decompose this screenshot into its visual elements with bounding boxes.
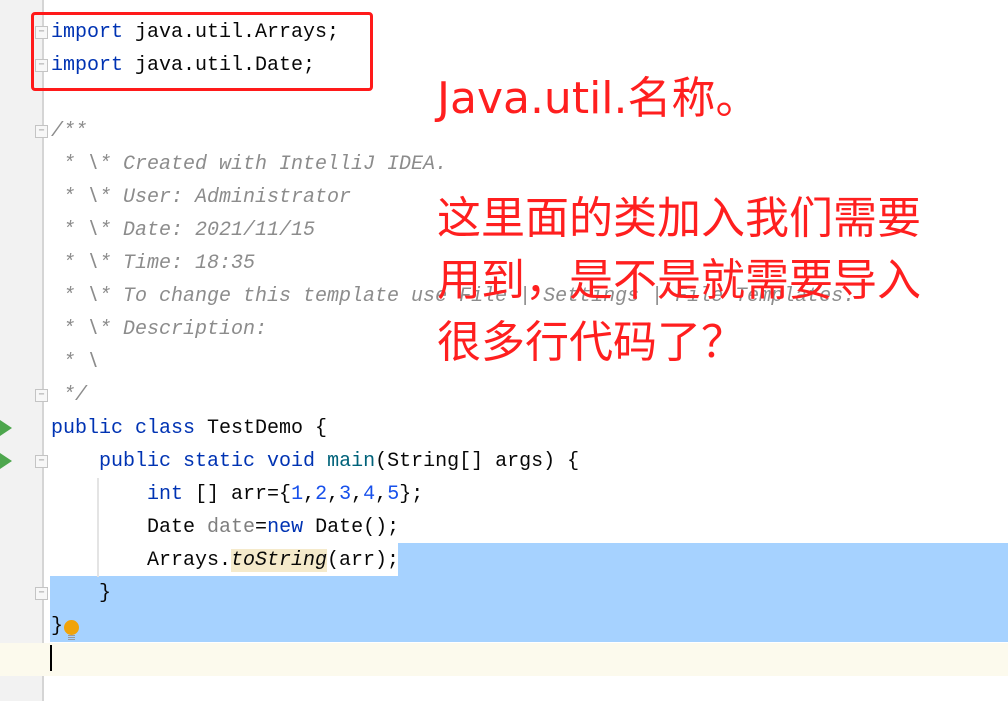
annotation-body: 这里面的类加入我们需要 用到，是不是就需要导入 很多行代码了？ (437, 188, 921, 374)
code-line[interactable]: } (51, 610, 63, 643)
code-token: toString (231, 549, 328, 572)
lightbulb-icon[interactable] (64, 620, 79, 640)
code-token: , (351, 483, 364, 506)
code-token: TestDemo { (195, 417, 328, 440)
annotation-line: 很多行代码了？ (437, 317, 745, 368)
code-line[interactable]: * \* Description: (51, 313, 267, 346)
code-line[interactable]: } (51, 577, 111, 610)
code-token: Arrays. (51, 549, 232, 572)
code-token: , (375, 483, 388, 506)
code-line[interactable]: public static void main(String[] args) { (51, 445, 579, 478)
code-token: */ (51, 384, 88, 407)
code-token: int (147, 483, 184, 506)
code-line[interactable]: * \* Created with IntelliJ IDEA. (51, 148, 447, 181)
code-token: } (51, 615, 64, 638)
annotation-line: 这里面的类加入我们需要 (437, 193, 921, 244)
code-token: * \* Time: 18:35 (51, 252, 256, 275)
code-line[interactable]: Arrays.toString(arr); (51, 544, 399, 577)
code-token: * \* Date: 2021/11/15 (51, 219, 316, 242)
code-token: Date (51, 516, 208, 539)
code-line[interactable]: */ (51, 379, 87, 412)
code-line[interactable]: * \* User: Administrator (51, 181, 351, 214)
code-token: 3 (339, 483, 352, 506)
code-token: * \* User: Administrator (51, 186, 352, 209)
fold-icon[interactable]: − (35, 389, 48, 402)
code-token: * \ (51, 351, 100, 374)
text-caret (50, 645, 52, 671)
highlight-box (31, 12, 373, 91)
code-line[interactable]: public class TestDemo { (51, 412, 327, 445)
code-token: 1 (291, 483, 304, 506)
code-line[interactable]: * \* Date: 2021/11/15 (51, 214, 315, 247)
code-token: (String[] args) { (375, 450, 580, 473)
fold-icon[interactable]: − (35, 455, 48, 468)
selection (50, 576, 1008, 642)
code-token: 4 (363, 483, 376, 506)
code-line[interactable]: Date date=new Date(); (51, 511, 399, 544)
code-token: main (327, 450, 376, 473)
code-token: * \* Description: (51, 318, 268, 341)
current-line-highlight (0, 643, 1008, 676)
code-token: }; (399, 483, 424, 506)
run-icon[interactable] (0, 453, 12, 469)
code-token: (arr); (327, 549, 400, 572)
code-token: [] arr={ (183, 483, 292, 506)
code-token: * \* Created with IntelliJ IDEA. (51, 153, 448, 176)
code-token: 5 (387, 483, 400, 506)
code-line[interactable]: * \* Time: 18:35 (51, 247, 255, 280)
code-token: public static void (99, 450, 316, 473)
code-token: /** (51, 120, 88, 143)
code-token: date (207, 516, 256, 539)
code-token: public class (51, 417, 196, 440)
code-token: = (255, 516, 268, 539)
code-token: Date(); (303, 516, 400, 539)
annotation-title: Java.util.名称。 (437, 73, 760, 124)
code-line[interactable]: /** (51, 115, 87, 148)
code-token: , (327, 483, 340, 506)
code-token: new (267, 516, 304, 539)
code-line[interactable]: * \ (51, 346, 99, 379)
selection (398, 543, 1008, 576)
code-token: } (51, 582, 112, 605)
fold-icon[interactable]: − (35, 125, 48, 138)
code-line[interactable]: int [] arr={1,2,3,4,5}; (51, 478, 423, 511)
run-icon[interactable] (0, 420, 12, 436)
fold-icon[interactable]: − (35, 587, 48, 600)
annotation-line: 用到，是不是就需要导入 (437, 255, 921, 306)
code-token: , (303, 483, 316, 506)
code-token: 2 (315, 483, 328, 506)
